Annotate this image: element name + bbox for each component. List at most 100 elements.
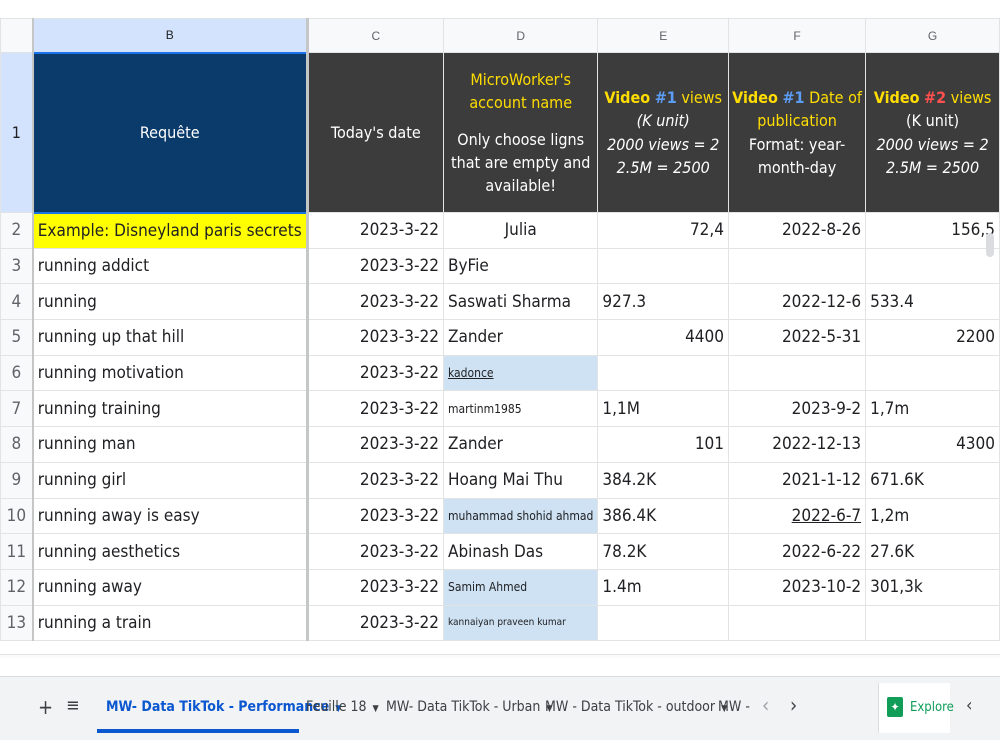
vertical-scrollbar[interactable] <box>986 233 994 257</box>
column-header-g[interactable]: G <box>865 18 1000 53</box>
all-sheets-button[interactable]: ≡ <box>66 695 80 716</box>
cell-video1-views[interactable] <box>597 604 729 642</box>
tab-mw-truncated[interactable]: MW - <box>718 699 750 715</box>
column-header-f[interactable]: F <box>727 18 867 53</box>
cell-date[interactable]: 2023-3-22 <box>306 354 444 392</box>
explore-button[interactable]: ✦ Explore <box>878 683 954 733</box>
row-number[interactable]: 4 <box>0 283 34 321</box>
cell-date[interactable]: 2023-3-22 <box>306 497 444 535</box>
row-number[interactable]: 7 <box>0 390 34 428</box>
row-number-1[interactable]: 1 <box>0 52 34 213</box>
cell-date[interactable]: 2023-3-22 <box>306 533 444 570</box>
cell-requete[interactable]: running a train <box>32 604 309 642</box>
cell-video1-views[interactable]: 1.4m <box>597 568 729 606</box>
cell-video2-views[interactable] <box>865 247 1000 285</box>
cell-date[interactable]: 2023-3-22 <box>306 283 444 321</box>
cell-requete[interactable]: running away <box>32 568 309 606</box>
row-number[interactable]: 6 <box>0 354 34 392</box>
cell-video1-date[interactable]: 2022-5-31 <box>727 319 867 356</box>
cell-account[interactable]: Hoang Mai Thu <box>442 461 599 499</box>
cell-account[interactable]: Abinash Das <box>442 533 599 570</box>
cell-date[interactable]: 2023-3-22 <box>306 247 444 285</box>
cell-requete[interactable]: Example: Disneyland paris secrets <box>32 212 309 249</box>
scroll-tabs-right-icon[interactable]: › <box>790 693 797 717</box>
header-cell-requete[interactable]: Requête <box>31 51 309 214</box>
cell-requete[interactable]: running <box>32 283 309 321</box>
cell-date[interactable]: 2023-3-22 <box>306 426 444 463</box>
cell-date[interactable]: 2023-3-22 <box>306 319 444 356</box>
select-all-corner[interactable] <box>0 18 34 53</box>
header-cell-video1-views[interactable]: Video #1 views (K unit) 2000 views = 2 2… <box>597 52 729 213</box>
cell-video1-date[interactable] <box>727 604 867 642</box>
cell-video2-views[interactable] <box>865 354 1000 392</box>
cell-account[interactable]: Zander <box>442 319 599 356</box>
cell-requete[interactable]: running away is easy <box>32 497 309 535</box>
cell-account[interactable]: muhammad shohid ahmad <box>442 497 599 535</box>
cell-account[interactable]: ByFie <box>442 247 599 285</box>
cell-video1-date[interactable]: 2022-6-22 <box>727 533 867 570</box>
cell-video2-views[interactable]: 4300 <box>865 426 1000 463</box>
cell-video2-views[interactable] <box>865 604 1000 642</box>
column-header-c[interactable]: C <box>306 18 444 53</box>
cell-date[interactable]: 2023-3-22 <box>306 604 444 642</box>
cell-video1-views[interactable]: 927.3 <box>597 283 729 321</box>
header-cell-video2-views[interactable]: Video #2 views (K unit) 2000 views = 2 2… <box>865 52 1000 213</box>
column-header-b[interactable]: B <box>32 18 309 53</box>
tab-feuille-18[interactable]: Feuille 18 ▼ <box>306 699 379 715</box>
cell-account[interactable]: kadonce <box>442 354 599 392</box>
row-number[interactable]: 10 <box>0 497 34 535</box>
cell-account[interactable]: kannaiyan praveen kumar <box>442 604 599 642</box>
cell-video2-views[interactable]: 301,3k <box>865 568 1000 606</box>
cell-video2-views[interactable]: 1,2m <box>865 497 1000 535</box>
scroll-tabs-left-icon[interactable]: ‹ <box>762 693 769 717</box>
cell-date[interactable]: 2023-3-22 <box>306 212 444 249</box>
cell-video1-date[interactable]: 2022-12-13 <box>727 426 867 463</box>
cell-requete[interactable]: running aesthetics <box>32 533 309 570</box>
cell-date[interactable]: 2023-3-22 <box>306 461 444 499</box>
cell-requete[interactable]: running girl <box>32 461 309 499</box>
cell-account[interactable]: Zander <box>442 426 599 463</box>
cell-requete[interactable]: running up that hill <box>32 319 309 356</box>
cell-video2-views[interactable]: 27.6K <box>865 533 1000 570</box>
row-number[interactable]: 13 <box>0 604 34 642</box>
cell-video2-views[interactable]: 671.6K <box>865 461 1000 499</box>
cell-video1-date[interactable]: 2022-6-7 <box>727 497 867 535</box>
cell-video1-views[interactable] <box>597 354 729 392</box>
cell-video2-views[interactable]: 533.4 <box>865 283 1000 321</box>
cell-requete[interactable]: running training <box>32 390 309 428</box>
row-number[interactable]: 12 <box>0 568 34 606</box>
tab-mw-data-tiktok-urban[interactable]: MW- Data TikTok - Urban ▼ <box>386 699 553 715</box>
cell-video1-views[interactable] <box>597 247 729 285</box>
cell-video1-views[interactable]: 384.2K <box>597 461 729 499</box>
collapse-side-panel-icon[interactable]: ‹ <box>966 695 972 716</box>
cell-video1-date[interactable] <box>727 354 867 392</box>
cell-video1-views[interactable]: 1,1M <box>597 390 729 428</box>
header-cell-video1-date[interactable]: Video #1 Date of publication Format: yea… <box>727 52 867 213</box>
cell-video1-date[interactable]: 2022-12-6 <box>727 283 867 321</box>
caret-down-icon[interactable]: ▼ <box>373 704 379 714</box>
cell-video1-date[interactable] <box>727 247 867 285</box>
cell-video2-views[interactable]: 2200 <box>865 319 1000 356</box>
column-header-e[interactable]: E <box>597 18 729 53</box>
row-number[interactable]: 11 <box>0 533 34 570</box>
tab-mw-data-tiktok-outdoor[interactable]: MW - Data TikTok - outdoor ▼ <box>545 699 727 715</box>
cell-video1-views[interactable]: 386.4K <box>597 497 729 535</box>
header-cell-date[interactable]: Today's date <box>306 52 444 213</box>
cell-video1-views[interactable]: 4400 <box>597 319 729 356</box>
cell-requete[interactable]: running addict <box>32 247 309 285</box>
row-number[interactable]: 3 <box>0 247 34 285</box>
cell-date[interactable]: 2023-3-22 <box>306 390 444 428</box>
cell-video1-views[interactable]: 101 <box>597 426 729 463</box>
row-number[interactable]: 8 <box>0 426 34 463</box>
cell-video2-views[interactable]: 1,7m <box>865 390 1000 428</box>
cell-requete[interactable]: running motivation <box>32 354 309 392</box>
cell-requete[interactable]: running man <box>32 426 309 463</box>
row-number[interactable]: 2 <box>0 212 34 249</box>
header-cell-account[interactable]: MicroWorker's account name Only choose l… <box>442 52 599 213</box>
cell-video1-date[interactable]: 2023-9-2 <box>727 390 867 428</box>
add-sheet-button[interactable]: + <box>38 695 53 719</box>
cell-video2-views[interactable]: 156,5 <box>865 212 1000 249</box>
cell-video1-views[interactable]: 72,4 <box>597 212 729 249</box>
cell-account[interactable]: Julia <box>442 212 599 249</box>
column-header-d[interactable]: D <box>442 18 599 53</box>
